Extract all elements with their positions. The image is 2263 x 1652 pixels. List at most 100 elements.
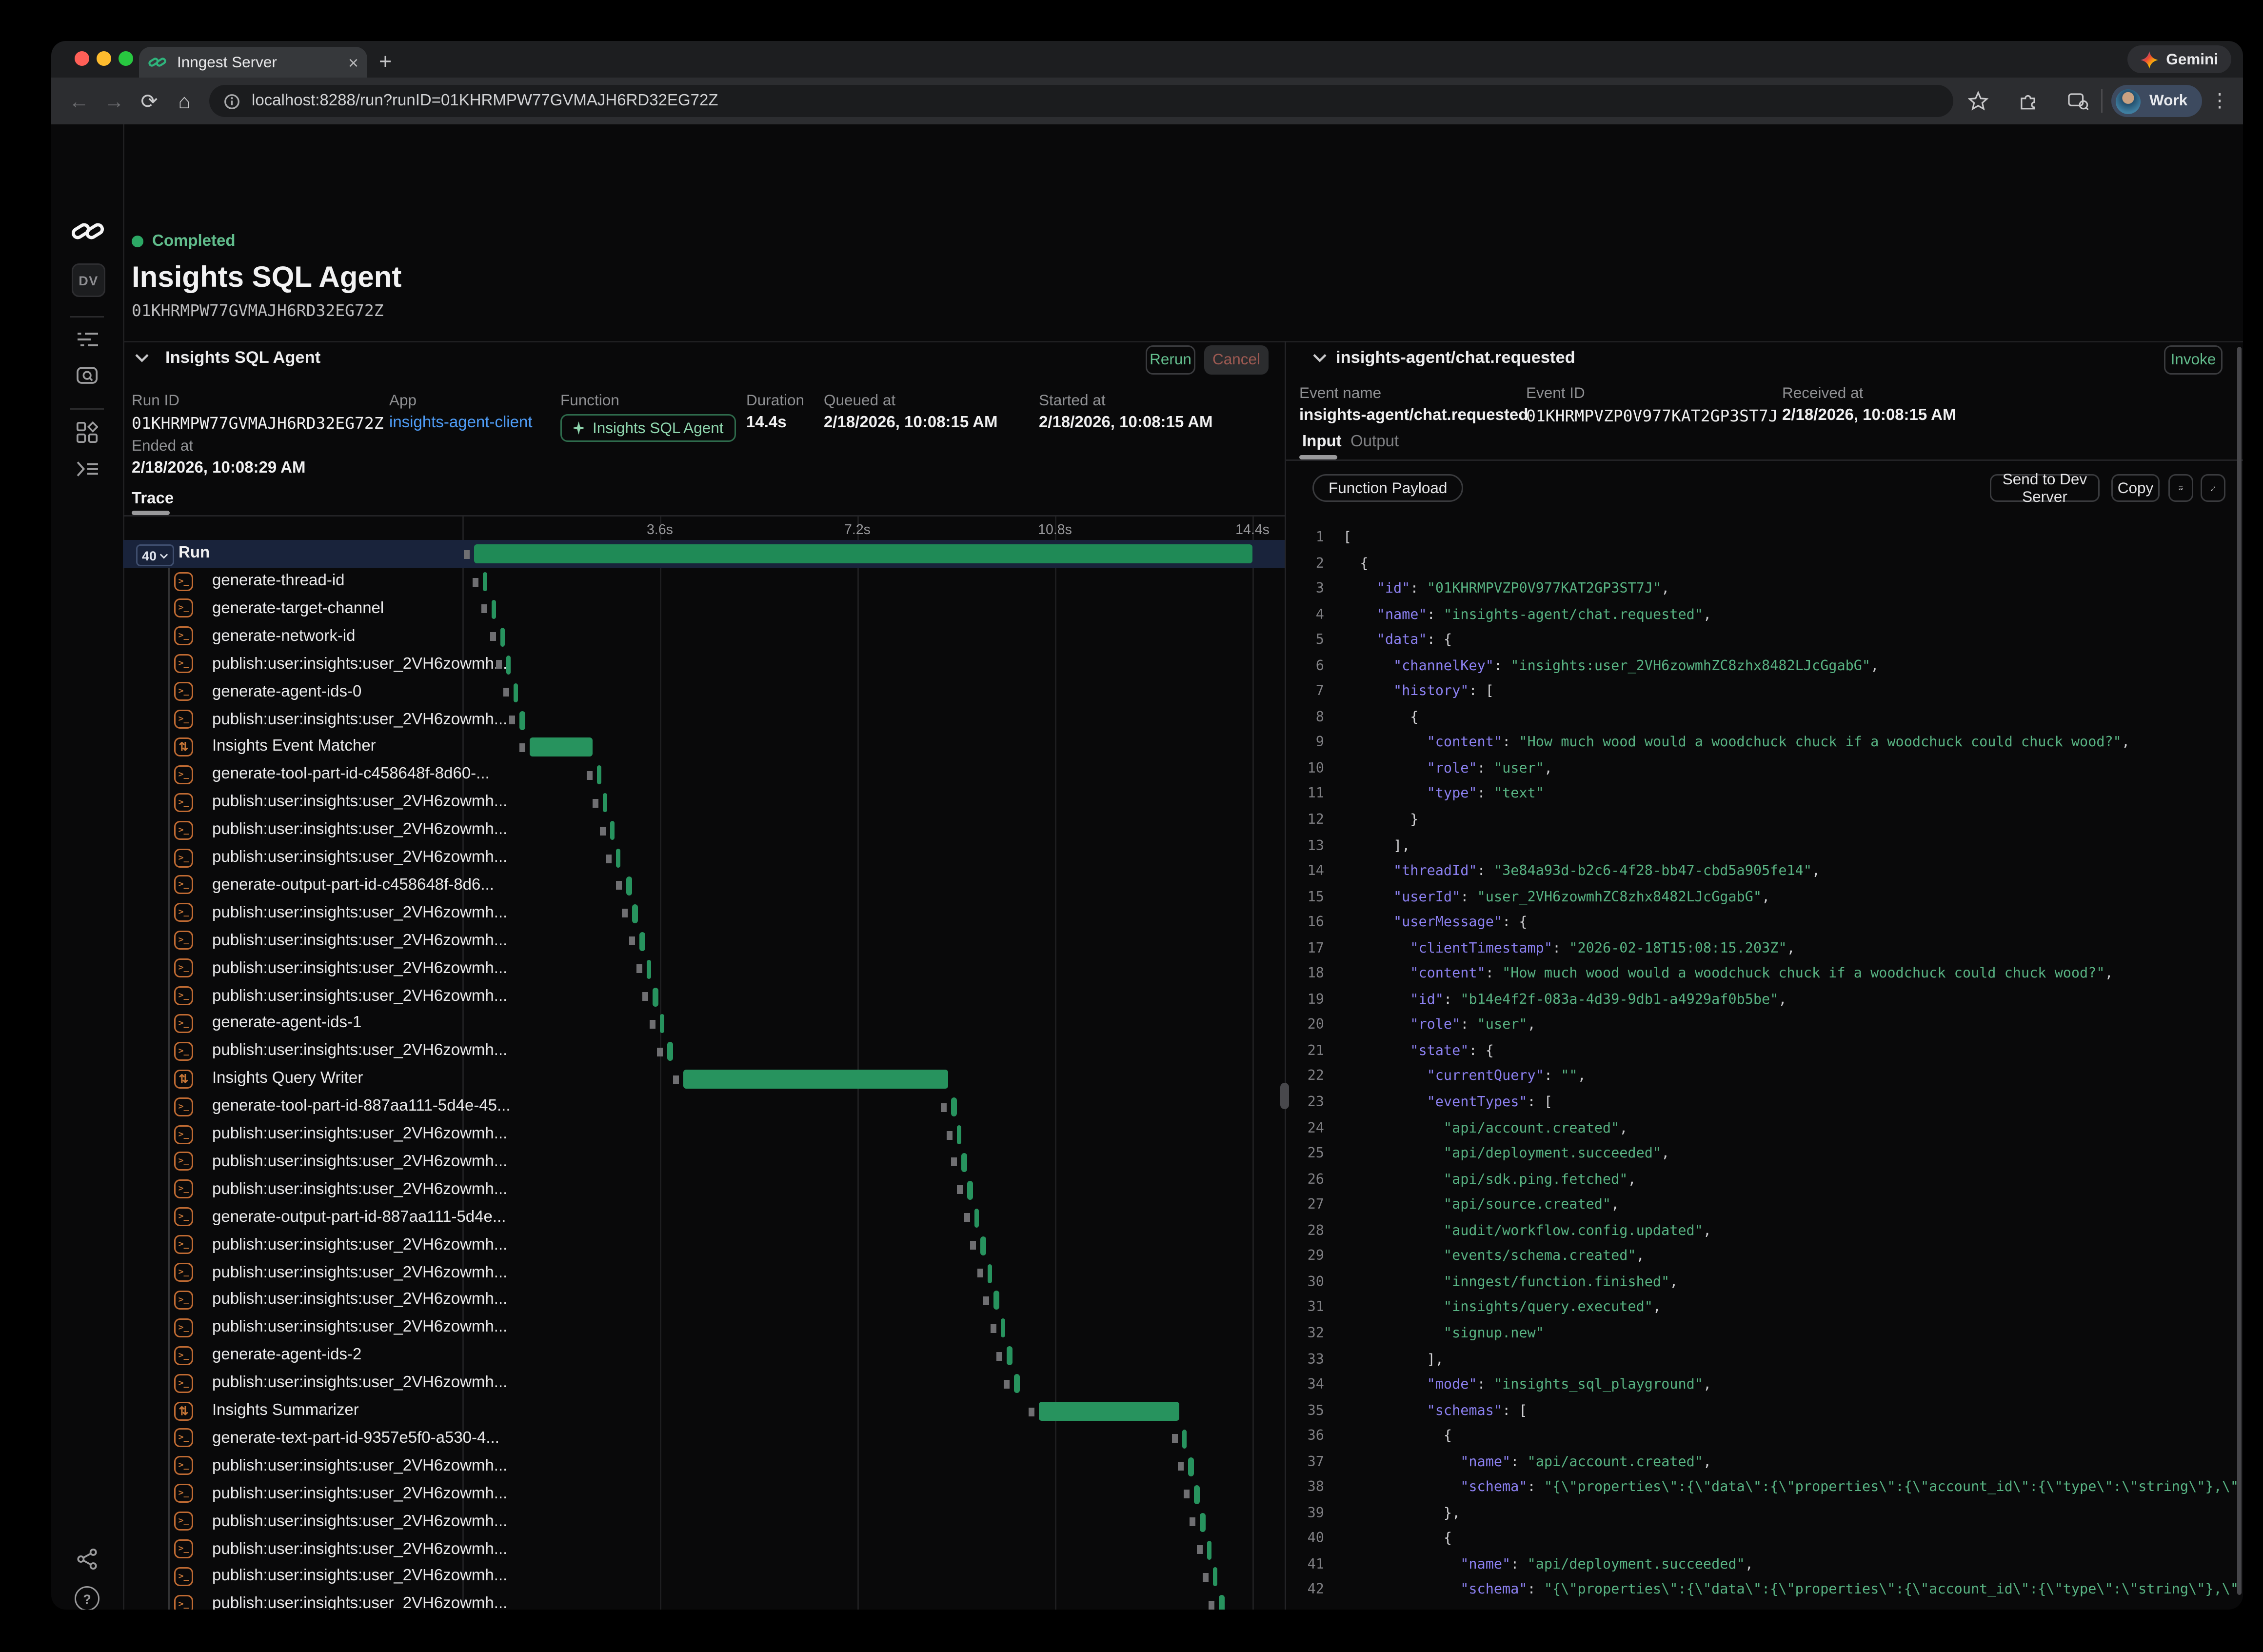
extensions-puzzle-icon[interactable] xyxy=(2012,78,2044,124)
span-bar[interactable] xyxy=(633,904,637,923)
span-bar[interactable] xyxy=(951,1097,956,1116)
span-bar[interactable] xyxy=(500,627,505,646)
payload-code-editor[interactable]: 1[2 {3 "id": "01KHRMPVZP0V977KAT2GP3ST7J… xyxy=(1286,525,2237,1610)
span-bar[interactable] xyxy=(1213,1568,1218,1587)
span-bar[interactable] xyxy=(974,1208,979,1227)
span-bar[interactable] xyxy=(1188,1457,1193,1476)
span-bar[interactable] xyxy=(610,821,615,840)
word-wrap-button[interactable] xyxy=(2168,474,2193,502)
scrollbar[interactable] xyxy=(2237,347,2241,1595)
browser-menu-icon[interactable]: ⋮ xyxy=(2205,78,2234,124)
home-icon[interactable]: ⌂ xyxy=(168,78,200,124)
span-bar[interactable] xyxy=(530,738,593,757)
trace-row[interactable]: >_publish:user:insights:user_2VH6zowmh..… xyxy=(123,1232,1285,1259)
trace-row[interactable]: >_publish:user:insights:user_2VH6zowmh..… xyxy=(123,1591,1285,1610)
span-bar[interactable] xyxy=(626,876,631,896)
span-bar[interactable] xyxy=(1001,1319,1006,1338)
span-bar[interactable] xyxy=(683,1070,948,1089)
run-section-title[interactable]: Insights SQL Agent xyxy=(165,350,320,367)
traffic-close-icon[interactable] xyxy=(75,51,89,66)
profile-chip[interactable]: Work xyxy=(2111,85,2202,117)
sidebar-item-terminal[interactable] xyxy=(51,459,123,478)
url-text[interactable]: localhost:8288/run?runID=01KHRMPW77GVMAJ… xyxy=(252,92,718,110)
span-bar[interactable] xyxy=(956,1125,961,1144)
sidebar-item-apps[interactable] xyxy=(51,421,123,443)
back-icon[interactable]: ← xyxy=(63,78,95,124)
tab-search-panel-icon[interactable] xyxy=(2062,78,2094,124)
invoke-button[interactable]: Invoke xyxy=(2164,345,2223,375)
function-payload-button[interactable]: Function Payload xyxy=(1312,474,1463,502)
trace-row[interactable]: >_generate-output-part-id-887aa111-5d4e.… xyxy=(123,1204,1285,1232)
reload-icon[interactable]: ⟳ xyxy=(133,78,165,124)
span-bar[interactable] xyxy=(981,1236,986,1255)
trace-row[interactable]: >_generate-output-part-id-c458648f-8d6..… xyxy=(123,872,1285,900)
trace-row[interactable]: ⇅Insights Summarizer xyxy=(123,1397,1285,1425)
span-bar[interactable] xyxy=(668,1042,673,1061)
span-bar[interactable] xyxy=(520,711,525,730)
function-pill[interactable]: Insights SQL Agent xyxy=(560,414,735,442)
trace-row[interactable]: >_generate-agent-ids-2 xyxy=(123,1342,1285,1370)
span-bar[interactable] xyxy=(483,572,488,591)
trace-row[interactable]: >_generate-text-part-id-9357e5f0-a530-4.… xyxy=(123,1425,1285,1453)
new-tab-button[interactable]: + xyxy=(379,47,392,78)
copy-button[interactable]: Copy xyxy=(2111,474,2160,502)
share-icon[interactable] xyxy=(51,1548,123,1570)
trace-row[interactable]: >_publish:user:insights:user_2VH6zowmh..… xyxy=(123,1563,1285,1591)
sidebar-item-events[interactable] xyxy=(51,366,123,386)
send-to-dev-server-button[interactable]: Send to Dev Server xyxy=(1990,474,2100,502)
workspace-badge[interactable]: DV xyxy=(72,263,105,297)
help-icon[interactable]: ? xyxy=(51,1586,123,1610)
browser-tab[interactable]: Inngest Server × xyxy=(139,47,367,78)
span-bar[interactable] xyxy=(994,1291,999,1310)
trace-row[interactable]: >_publish:user:insights:user_2VH6zowmh..… xyxy=(123,1453,1285,1480)
trace-row[interactable]: >_generate-tool-part-id-887aa111-5d4e-45… xyxy=(123,1093,1285,1121)
chevron-down-icon[interactable] xyxy=(1312,353,1327,363)
trace-row[interactable]: >_publish:user:insights:user_2VH6zowmh..… xyxy=(123,1314,1285,1342)
event-section-title[interactable]: insights-agent/chat.requested xyxy=(1336,350,1575,367)
trace-row[interactable]: >_publish:user:insights:user_2VH6zowmh..… xyxy=(123,1121,1285,1149)
span-bar[interactable] xyxy=(660,1015,665,1034)
expand-button[interactable] xyxy=(2201,474,2225,502)
trace-run-row[interactable]: 40 Run xyxy=(123,540,1285,568)
traffic-zoom-icon[interactable] xyxy=(119,51,133,66)
trace-row[interactable]: >_publish:user:insights:user_2VH6zowmh..… xyxy=(123,1038,1285,1066)
span-bar[interactable] xyxy=(646,959,651,978)
trace-row[interactable]: >_generate-agent-ids-0 xyxy=(123,678,1285,706)
tab-trace[interactable]: Trace xyxy=(132,490,174,508)
span-bar[interactable] xyxy=(1200,1513,1205,1532)
trace-row[interactable]: ⇅Insights Query Writer xyxy=(123,1066,1285,1094)
trace-row[interactable]: >_publish:user:insights:user_2VH6zowmh..… xyxy=(123,706,1285,734)
run-span-bar[interactable] xyxy=(474,544,1253,563)
rerun-button[interactable]: Rerun xyxy=(1146,345,1195,375)
span-bar[interactable] xyxy=(513,683,518,702)
tab-output[interactable]: Output xyxy=(1350,433,1399,451)
bookmark-star-icon[interactable] xyxy=(1962,78,1994,124)
trace-row[interactable]: >_publish:user:insights:user_2VH6zowmh..… xyxy=(123,651,1285,678)
span-bar[interactable] xyxy=(962,1153,967,1172)
traffic-minimize-icon[interactable] xyxy=(97,51,111,66)
sidebar-item-runs[interactable] xyxy=(51,329,123,350)
gemini-badge[interactable]: Gemini xyxy=(2128,45,2231,73)
span-bar[interactable] xyxy=(492,600,496,619)
trace-row[interactable]: >_publish:user:insights:user_2VH6zowmh..… xyxy=(123,899,1285,927)
trace-row[interactable]: >_generate-tool-part-id-c458648f-8d60-..… xyxy=(123,761,1285,789)
span-bar[interactable] xyxy=(1182,1430,1187,1449)
tab-input[interactable]: Input xyxy=(1302,433,1342,451)
span-bar[interactable] xyxy=(603,794,608,813)
forward-icon[interactable]: → xyxy=(98,78,130,124)
trace-row[interactable]: >_publish:user:insights:user_2VH6zowmh..… xyxy=(123,1259,1285,1287)
span-bar[interactable] xyxy=(597,766,602,785)
trace-row[interactable]: >_generate-agent-ids-1 xyxy=(123,1010,1285,1038)
trace-row[interactable]: >_publish:user:insights:user_2VH6zowmh..… xyxy=(123,1480,1285,1508)
url-bar[interactable]: localhost:8288/run?runID=01KHRMPW77GVMAJ… xyxy=(209,85,1953,117)
trace-row[interactable]: >_publish:user:insights:user_2VH6zowmh..… xyxy=(123,1370,1285,1397)
span-bar[interactable] xyxy=(653,987,657,1006)
span-bar[interactable] xyxy=(506,655,511,674)
span-bar[interactable] xyxy=(616,849,621,868)
chevron-down-icon[interactable] xyxy=(135,353,149,363)
trace-row[interactable]: >_publish:user:insights:user_2VH6zowmh..… xyxy=(123,1508,1285,1536)
span-bar[interactable] xyxy=(1194,1485,1199,1504)
trace-row[interactable]: ⇅Insights Event Matcher xyxy=(123,734,1285,761)
span-bar[interactable] xyxy=(639,932,644,951)
span-bar[interactable] xyxy=(1007,1347,1012,1366)
